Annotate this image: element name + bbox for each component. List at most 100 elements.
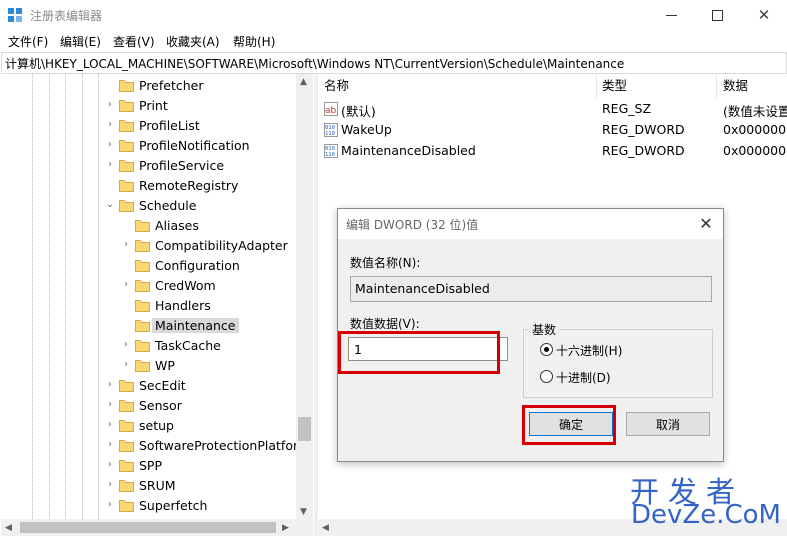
maximize-button[interactable] — [695, 0, 741, 30]
hex-label[interactable]: 十六进制(H) — [556, 342, 622, 359]
radix-label: 基数 — [529, 321, 560, 338]
tree-vertical-scrollbar[interactable] — [296, 74, 313, 519]
tree-item-label: SoftwareProtectionPlatform — [139, 438, 311, 453]
close-icon: ✕ — [757, 6, 771, 24]
folder-icon — [119, 139, 134, 152]
tree-item-label: Sensor — [139, 398, 182, 413]
dword-value-icon: 010 110 — [324, 123, 338, 137]
radix-group — [523, 329, 713, 398]
value-name-label: 数值名称(N): — [350, 256, 421, 270]
close-button[interactable]: ✕ — [741, 0, 787, 30]
tree-item-label: SPP — [139, 458, 163, 473]
tree-item-label: SecEdit — [139, 378, 186, 393]
menu-help[interactable]: 帮助(H) — [233, 33, 275, 50]
menu-view[interactable]: 查看(V) — [113, 33, 155, 50]
expand-arrow-icon[interactable]: › — [105, 420, 115, 430]
scroll-left-icon[interactable]: ◀ — [322, 523, 329, 533]
folder-icon — [135, 319, 150, 332]
address-path[interactable]: 计算机\HKEY_LOCAL_MACHINE\SOFTWARE\Microsof… — [5, 55, 624, 72]
tree-item-label: ProfileList — [139, 118, 200, 133]
folder-icon — [135, 279, 150, 292]
folder-icon — [119, 379, 134, 392]
folder-icon — [119, 119, 134, 132]
tree-item-label: Configuration — [155, 258, 240, 273]
dec-label[interactable]: 十进制(D) — [556, 369, 611, 386]
tree-hscroll-thumb[interactable] — [20, 522, 276, 533]
expand-arrow-icon[interactable]: › — [105, 160, 115, 170]
value-type: REG_SZ — [602, 101, 652, 116]
expand-arrow-icon[interactable]: › — [105, 440, 115, 450]
value-name: WakeUp — [341, 122, 392, 137]
dialog-close-icon[interactable]: ✕ — [695, 213, 717, 235]
expand-arrow-icon[interactable]: › — [105, 500, 115, 510]
expand-arrow-icon[interactable]: › — [121, 280, 131, 290]
expand-arrow-icon[interactable]: › — [121, 360, 131, 370]
collapse-arrow-icon[interactable]: ⌄ — [105, 200, 115, 210]
tree-guide-line — [82, 74, 83, 519]
column-header-name[interactable]: 名称 — [324, 74, 349, 98]
tree-item-label: Aliases — [155, 218, 199, 233]
expand-arrow-icon[interactable]: › — [105, 100, 115, 110]
scroll-down-icon[interactable]: ▼ — [300, 507, 307, 517]
tree-item-label: setup — [139, 418, 174, 433]
folder-icon — [135, 299, 150, 312]
expand-arrow-icon[interactable]: › — [105, 140, 115, 150]
value-data-label: 数值数据(V): — [350, 317, 420, 331]
watermark-domain: DevZe.CoM — [631, 500, 781, 530]
address-bar[interactable]: 计算机\HKEY_LOCAL_MACHINE\SOFTWARE\Microsof… — [1, 52, 787, 74]
tree-item-label: Prefetcher — [139, 78, 204, 93]
expand-arrow-icon[interactable]: › — [105, 400, 115, 410]
tree-scroll-thumb[interactable] — [298, 417, 311, 441]
value-data: 0x00000000 — [723, 143, 787, 158]
column-header-data[interactable]: 数据 — [723, 74, 748, 98]
tree-item-label: Handlers — [155, 298, 211, 313]
menu-favorites[interactable]: 收藏夹(A) — [166, 33, 220, 50]
window-title: 注册表编辑器 — [30, 9, 103, 23]
title-bar: 注册表编辑器 ✕ — [0, 0, 787, 30]
list-item[interactable]: ab (默认) REG_SZ (数值未设置) — [318, 99, 787, 120]
cancel-button[interactable]: 取消 — [626, 412, 710, 436]
menu-edit[interactable]: 编辑(E) — [60, 33, 101, 50]
tree-item-label: ProfileNotification — [139, 138, 250, 153]
expand-arrow-icon[interactable]: › — [105, 460, 115, 470]
value-type: REG_DWORD — [602, 122, 685, 137]
column-divider[interactable] — [716, 74, 717, 98]
minimize-button[interactable] — [649, 0, 695, 30]
folder-icon — [135, 219, 150, 232]
tree-item-label: Schedule — [139, 198, 197, 213]
registry-editor-icon — [8, 8, 22, 22]
scroll-up-icon[interactable]: ▲ — [300, 77, 307, 87]
scroll-left-icon[interactable]: ◀ — [5, 523, 12, 533]
minimize-icon — [666, 15, 677, 16]
expand-arrow-icon[interactable]: › — [105, 380, 115, 390]
expand-arrow-icon[interactable]: › — [121, 240, 131, 250]
expand-arrow-icon[interactable]: › — [121, 340, 131, 350]
folder-icon — [135, 239, 150, 252]
tree-item-label: RemoteRegistry — [139, 178, 239, 193]
tree-item-label: CredWom — [155, 278, 216, 293]
value-name-text: MaintenanceDisabled — [355, 281, 490, 296]
dialog-title: 编辑 DWORD (32 位)值 — [346, 218, 479, 232]
column-header-type[interactable]: 类型 — [602, 74, 627, 98]
hex-radio[interactable] — [540, 343, 553, 356]
svg-text:ab: ab — [325, 106, 337, 116]
expand-arrow-icon[interactable]: › — [105, 480, 115, 490]
folder-icon — [119, 419, 134, 432]
list-item[interactable]: 010 110 WakeUp REG_DWORD 0x00000000 — [318, 120, 787, 141]
folder-icon — [119, 159, 134, 172]
tree-item-label: ProfileService — [139, 158, 225, 173]
dec-radio[interactable] — [540, 370, 553, 383]
list-item[interactable]: 010 110 MaintenanceDisabled REG_DWORD 0x… — [318, 141, 787, 162]
folder-icon — [119, 439, 134, 452]
expand-arrow-icon[interactable]: › — [105, 120, 115, 130]
menu-file[interactable]: 文件(F) — [8, 33, 48, 50]
tree-item-label: Print — [139, 98, 168, 113]
highlight-box — [522, 405, 616, 445]
column-divider[interactable] — [596, 74, 597, 98]
value-name: (默认) — [341, 104, 376, 119]
scroll-right-icon[interactable]: ▶ — [282, 523, 289, 533]
folder-icon — [119, 99, 134, 112]
value-data: 0x00000000 — [723, 122, 787, 137]
tree-guide-line — [49, 74, 50, 519]
menu-bar: 文件(F) 编辑(E) 查看(V) 收藏夹(A) 帮助(H) — [0, 31, 787, 51]
